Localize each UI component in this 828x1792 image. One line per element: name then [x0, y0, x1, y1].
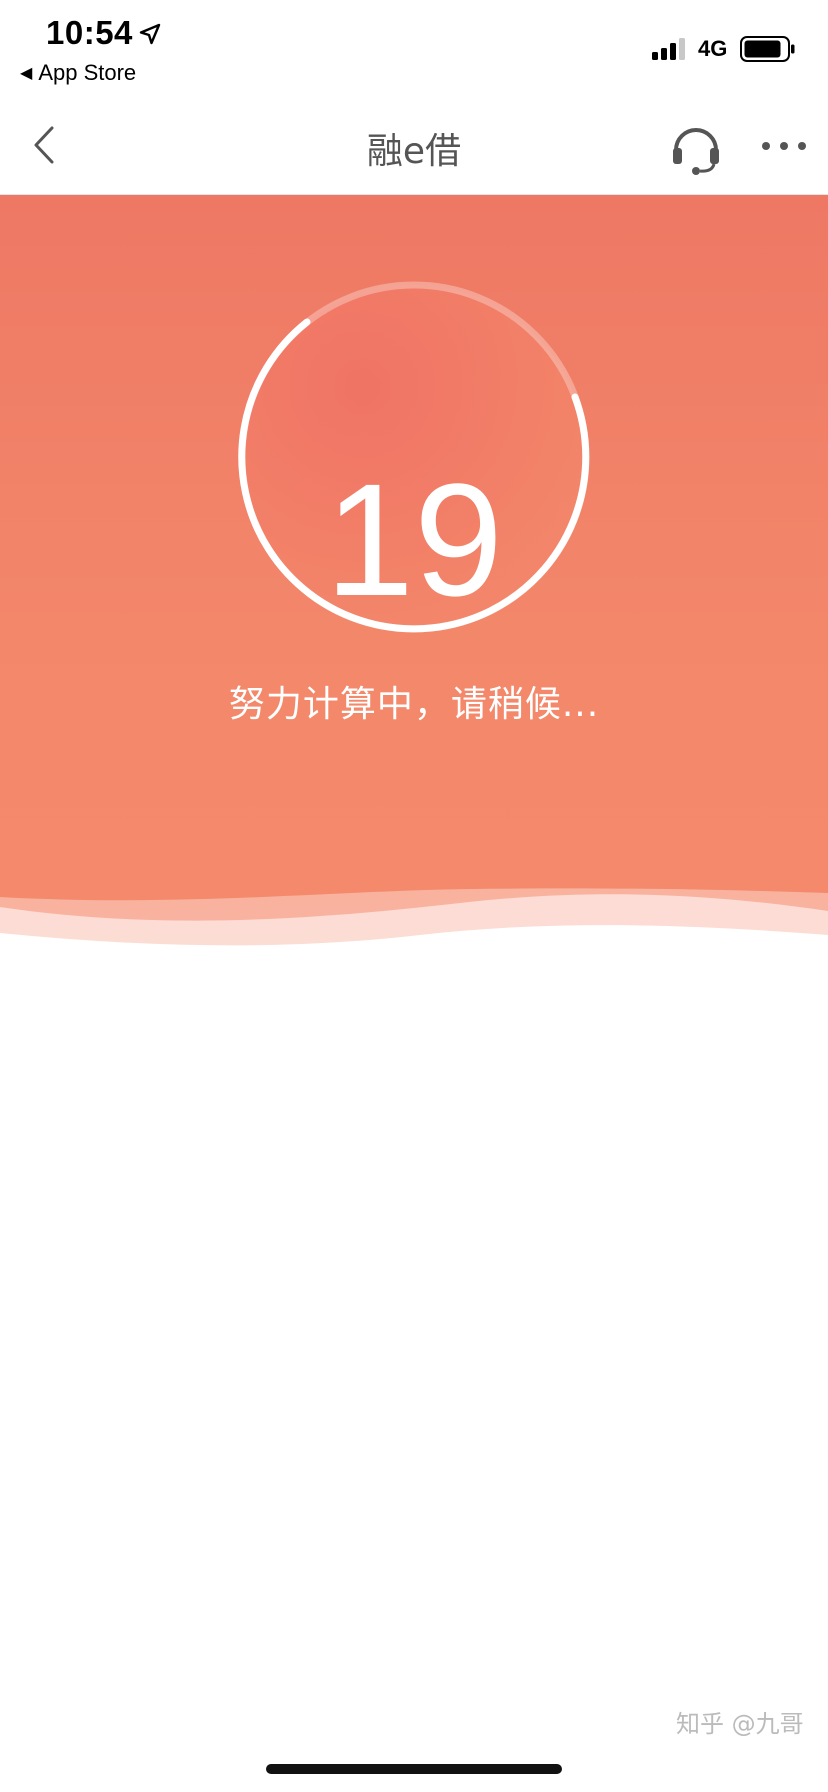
back-to-app-link[interactable]: ◀ App Store — [20, 60, 136, 86]
back-triangle-icon: ◀ — [20, 65, 33, 82]
network-type-label: 4G — [698, 36, 728, 61]
status-bar: 10:54 ◀ App Store 4G — [0, 0, 828, 96]
location-arrow-icon — [139, 23, 161, 45]
cellular-signal-icon — [652, 38, 685, 60]
home-indicator[interactable] — [266, 1764, 562, 1774]
battery-icon — [740, 36, 795, 62]
navigation-bar: 融e借 — [0, 96, 828, 195]
watermark-text: 知乎 @九哥 — [676, 1710, 804, 1738]
headset-icon[interactable] — [668, 120, 724, 176]
calculation-hero: 19 努力计算中，请稍候... — [0, 195, 828, 975]
wave-decoration — [0, 888, 828, 975]
app-screen: 10:54 ◀ App Store 4G 融e借 19 努力计算中，请稍候...… — [0, 0, 828, 1792]
status-time: 10:54 — [46, 14, 133, 51]
more-dots-icon[interactable] — [756, 124, 812, 168]
back-app-label: App Store — [38, 60, 137, 85]
